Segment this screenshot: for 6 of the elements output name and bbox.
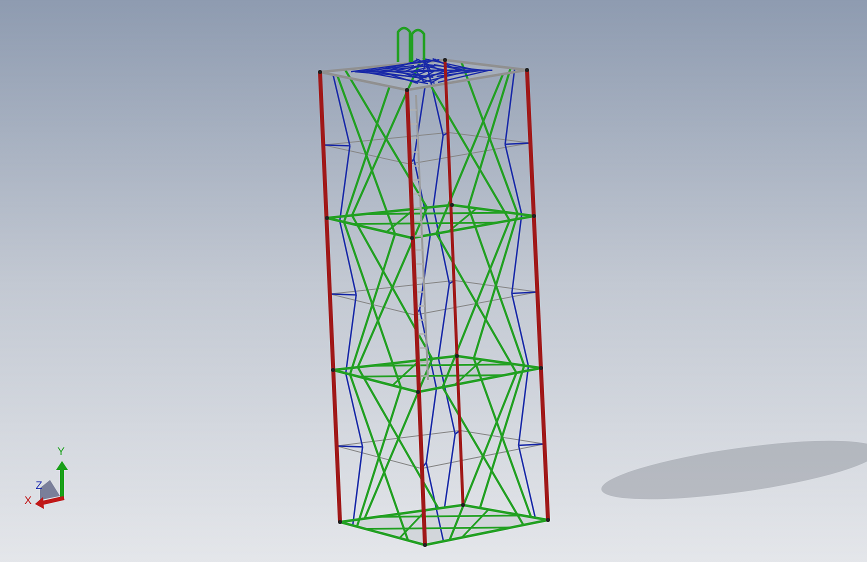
- axis-plane-icon: [40, 480, 60, 500]
- y-axis-arrow-icon: [56, 461, 68, 498]
- y-axis-label: Y: [57, 446, 65, 458]
- x-axis-label: X: [24, 495, 32, 507]
- z-axis-label: Z: [36, 480, 42, 492]
- x-axis-arrow-icon: [35, 496, 64, 509]
